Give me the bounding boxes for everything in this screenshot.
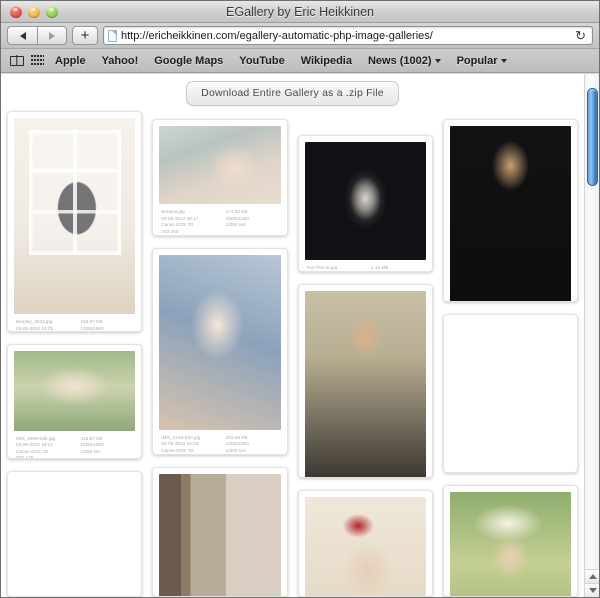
- photo-thumbnail[interactable]: [159, 254, 281, 430]
- browser-toolbar: + http://ericheikkinen.com/egallery-auto…: [1, 23, 599, 49]
- photo-metadata: IMG_2954-Edit.jpg248.29 KB 03-08-2012 18…: [450, 471, 571, 472]
- photo-shutter: 1/200 sec: [225, 447, 247, 453]
- scrollbar-thumb[interactable]: [587, 88, 598, 186]
- bookmark-wikipedia[interactable]: Wikipedia: [293, 55, 360, 67]
- bookmark-label: Wikipedia: [300, 54, 352, 67]
- scroll-up-button[interactable]: [585, 569, 599, 583]
- gallery-column: Fort-Pierce.jpg1.10 MB 03-05-2012 14:313…: [297, 135, 433, 597]
- photo-metadata: Bentley_2543.jpg 184.97 KB 03-08-2012 19:…: [14, 314, 135, 331]
- gallery-column: IMG_0730.jpg129.56 KB 03-08-2012 19:1510…: [442, 119, 578, 597]
- photo-card[interactable]: [297, 490, 433, 597]
- photo-iso: ISO 125: [16, 455, 34, 459]
- photo-thumbnail[interactable]: [304, 142, 426, 260]
- forward-button[interactable]: [37, 26, 67, 45]
- photo-thumbnail[interactable]: [14, 350, 136, 431]
- bookmark-label: Google Maps: [154, 54, 224, 67]
- download-area: Download Entire Gallery as a .zip File: [1, 74, 584, 106]
- photo-card[interactable]: IMG_0730.jpg129.56 KB 03-08-2012 19:1510…: [442, 119, 578, 302]
- show-all-bookmarks-button[interactable]: [7, 55, 27, 66]
- photo-thumbnail[interactable]: [304, 290, 426, 478]
- zoom-button[interactable]: [46, 5, 58, 18]
- gallery-column: Boudoir.jpg 174.92 KB 03-08-2012 19:17 150…: [152, 119, 288, 597]
- photo-metadata: Fort-Pierce.jpg1.10 MB 03-05-2012 14:313…: [305, 260, 426, 271]
- bookmark-popular[interactable]: Popular: [449, 55, 515, 67]
- chevron-down-icon: [434, 58, 441, 63]
- back-button[interactable]: [7, 26, 37, 45]
- photo-card[interactable]: [7, 470, 143, 597]
- photo-dimensions: 1200x1800: [80, 325, 104, 331]
- window-title: EGallery by Eric Heikkinen: [226, 4, 374, 19]
- bookmark-news[interactable]: News (1002): [360, 55, 449, 67]
- gallery-column: Bentley_2543.jpg 184.97 KB 03-08-2012 19:…: [7, 111, 143, 597]
- top-sites-button[interactable]: [27, 55, 47, 66]
- address-bar[interactable]: http://ericheikkinen.com/egallery-automa…: [103, 26, 593, 45]
- photo-thumbnail[interactable]: [159, 474, 281, 597]
- photo-iso: ISO 125: [161, 454, 178, 455]
- page-viewport: Download Entire Gallery as a .zip File B…: [1, 74, 599, 597]
- book-icon: [10, 55, 24, 66]
- bookmark-label: Yahoo!: [101, 54, 139, 67]
- photo-thumbnail[interactable]: [449, 491, 571, 596]
- bookmark-label: Popular: [456, 54, 498, 67]
- photo-card[interactable]: IMG_2796-Edit.jpg158.11 KB 03-08-2012 18…: [297, 283, 433, 479]
- chevron-up-icon: [588, 574, 597, 579]
- photo-card[interactable]: IMG_2249-Edit.jpg 203.59 KB 03-08-2012 19…: [152, 247, 288, 456]
- photo-metadata: IMG_2249-Edit.jpg 203.59 KB 03-08-2012 19…: [159, 430, 280, 455]
- back-arrow-icon: [19, 31, 26, 40]
- photo-metadata: Boudoir.jpg 174.92 KB 03-08-2012 19:17 150…: [159, 204, 280, 235]
- chevron-down-icon: [588, 588, 597, 593]
- photo-card[interactable]: [442, 484, 578, 597]
- bookmark-yahoo[interactable]: Yahoo!: [94, 55, 147, 67]
- photo-shutter: 1/200 sec: [80, 448, 101, 454]
- photo-thumbnail[interactable]: [159, 126, 281, 204]
- forward-arrow-icon: [49, 31, 55, 40]
- minimize-button[interactable]: [28, 5, 40, 18]
- bookmarks-bar: Apple Yahoo! Google Maps YouTube Wikiped…: [1, 49, 599, 73]
- photo-thumbnail[interactable]: [14, 478, 135, 596]
- new-tab-button[interactable]: +: [72, 26, 98, 45]
- page-icon: [108, 29, 117, 42]
- photo-card[interactable]: IMG_2906-Edit.jpg 218.87 KB 03-08-2012 19…: [7, 343, 143, 459]
- photo-iso: ISO 250: [161, 228, 179, 234]
- browser-window: EGallery by Eric Heikkinen + http://eric…: [0, 0, 600, 598]
- chevron-down-icon: [500, 58, 507, 63]
- photo-thumbnail[interactable]: [450, 321, 571, 471]
- photo-date: 03-08-2012 19:03: [16, 325, 54, 331]
- photo-card[interactable]: [152, 467, 288, 597]
- photo-shutter: 1/250 sec: [225, 222, 247, 228]
- close-button[interactable]: [10, 5, 22, 18]
- bookmark-label: News (1002): [367, 54, 432, 67]
- download-gallery-button[interactable]: Download Entire Gallery as a .zip File: [186, 81, 399, 106]
- photo-card[interactable]: IMG_2954-Edit.jpg248.29 KB 03-08-2012 18…: [442, 313, 578, 473]
- navigation-buttons: [7, 26, 67, 45]
- grid-icon: [30, 55, 44, 66]
- bookmark-label: YouTube: [239, 54, 285, 67]
- title-bar[interactable]: EGallery by Eric Heikkinen: [1, 1, 599, 23]
- photo-thumbnail[interactable]: [449, 126, 571, 301]
- photo-metadata: IMG_2906-Edit.jpg 218.87 KB 03-08-2012 19…: [14, 431, 135, 459]
- traffic-lights: [1, 5, 58, 18]
- scrollbar-arrows: [585, 569, 599, 597]
- photo-gallery: Bentley_2543.jpg 184.97 KB 03-08-2012 19:…: [1, 107, 584, 597]
- photo-thumbnail[interactable]: [14, 118, 136, 314]
- bookmark-label: Apple: [55, 54, 86, 67]
- photo-card[interactable]: Boudoir.jpg 174.92 KB 03-08-2012 19:17 150…: [152, 119, 288, 236]
- bookmark-google-maps[interactable]: Google Maps: [146, 55, 231, 67]
- gallery-page: Download Entire Gallery as a .zip File B…: [1, 74, 584, 597]
- photo-card[interactable]: Fort-Pierce.jpg1.10 MB 03-05-2012 14:313…: [297, 135, 433, 272]
- url-text: http://ericheikkinen.com/egallery-automa…: [121, 29, 433, 42]
- scroll-down-button[interactable]: [585, 583, 599, 597]
- reload-icon[interactable]: ↻: [575, 28, 588, 44]
- vertical-scrollbar[interactable]: [584, 74, 599, 597]
- bookmark-youtube[interactable]: YouTube: [231, 55, 292, 67]
- photo-card[interactable]: Bentley_2543.jpg 184.97 KB 03-08-2012 19:…: [7, 111, 143, 332]
- photo-thumbnail[interactable]: [304, 497, 426, 597]
- bookmark-apple[interactable]: Apple: [47, 55, 94, 67]
